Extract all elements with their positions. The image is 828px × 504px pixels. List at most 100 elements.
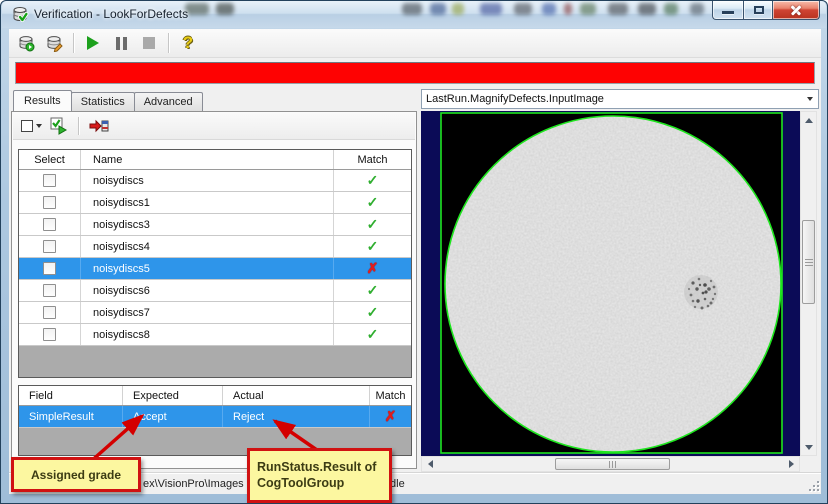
horizontal-scrollbar[interactable] bbox=[421, 456, 800, 472]
glass-reflection bbox=[514, 3, 532, 15]
row-checkbox[interactable] bbox=[43, 284, 56, 297]
detail-table-header: Field Expected Actual Match bbox=[19, 386, 411, 406]
row-name: noisydiscs3 bbox=[81, 214, 334, 235]
database-edit-icon bbox=[47, 36, 63, 52]
column-header-name[interactable]: Name bbox=[81, 150, 334, 169]
select-dropdown-button[interactable] bbox=[21, 120, 42, 132]
row-checkbox[interactable] bbox=[43, 174, 56, 187]
checkbox-run-icon bbox=[50, 117, 68, 135]
row-checkbox[interactable] bbox=[43, 328, 56, 341]
vertical-scroll-thumb[interactable] bbox=[802, 220, 815, 304]
client-area: ? Results Statistics Advanced Select Nam… bbox=[9, 29, 821, 503]
glass-reflection bbox=[402, 3, 422, 15]
pause-icon bbox=[115, 36, 127, 50]
combobox-arrow-zone[interactable] bbox=[802, 90, 818, 108]
arrow-right-icon bbox=[788, 460, 794, 468]
glass-reflection bbox=[185, 3, 209, 15]
minimize-button[interactable] bbox=[712, 1, 743, 20]
row-name: noisydiscs bbox=[81, 170, 334, 191]
toolbar-separator bbox=[73, 33, 74, 53]
column-header-match[interactable]: Match bbox=[370, 386, 411, 405]
database-run-button[interactable] bbox=[15, 32, 37, 54]
row-name: noisydiscs1 bbox=[81, 192, 334, 213]
horizontal-scroll-thumb[interactable] bbox=[555, 458, 670, 470]
inspection-image bbox=[421, 111, 800, 456]
red-arrow-database-icon bbox=[89, 119, 109, 133]
app-window: Verification - LookForDefects ? Results … bbox=[0, 0, 828, 504]
run-checked-button[interactable] bbox=[49, 116, 69, 136]
window-controls bbox=[712, 1, 820, 20]
tab-statistics[interactable]: Statistics bbox=[70, 92, 135, 111]
callout-assigned-grade: Assigned grade bbox=[11, 457, 141, 492]
column-header-select[interactable]: Select bbox=[19, 150, 81, 169]
alert-banner bbox=[15, 62, 815, 84]
stop-button[interactable] bbox=[138, 32, 160, 54]
detail-table: Field Expected Actual Match SimpleResult… bbox=[18, 385, 412, 456]
image-display[interactable] bbox=[421, 111, 800, 456]
send-to-database-button[interactable] bbox=[88, 116, 110, 136]
results-toolbar bbox=[13, 113, 415, 140]
resize-grip-icon[interactable] bbox=[809, 481, 819, 491]
maximize-button[interactable] bbox=[743, 1, 773, 20]
glass-reflection bbox=[564, 3, 572, 15]
run-button[interactable] bbox=[82, 32, 104, 54]
row-name: noisydiscs5 bbox=[81, 258, 334, 279]
table-row[interactable]: noisydiscs6 ✓ bbox=[19, 280, 411, 302]
vertical-scrollbar[interactable] bbox=[800, 111, 817, 456]
field-cell: SimpleResult bbox=[19, 406, 123, 427]
detail-row-selected[interactable]: SimpleResult Accept Reject ✗ bbox=[19, 406, 411, 428]
column-header-field[interactable]: Field bbox=[19, 386, 123, 405]
toolbar-separator bbox=[168, 33, 169, 53]
table-row[interactable]: noisydiscs1 ✓ bbox=[19, 192, 411, 214]
image-selector-combobox[interactable]: LastRun.MagnifyDefects.InputImage bbox=[421, 89, 819, 109]
database-play-icon bbox=[19, 36, 35, 52]
scroll-down-button[interactable] bbox=[801, 439, 816, 455]
table-row[interactable]: noisydiscs ✓ bbox=[19, 170, 411, 192]
row-checkbox[interactable] bbox=[43, 196, 56, 209]
table-row-selected[interactable]: noisydiscs5 ✗ bbox=[19, 258, 411, 280]
database-edit-button[interactable] bbox=[43, 32, 65, 54]
tab-results[interactable]: Results bbox=[13, 90, 72, 111]
status-path-text: ex\VisionPro\Images bbox=[143, 478, 244, 490]
help-icon: ? bbox=[182, 33, 194, 52]
glass-reflection bbox=[542, 3, 556, 15]
pause-button[interactable] bbox=[110, 32, 132, 54]
column-header-actual[interactable]: Actual bbox=[223, 386, 370, 405]
match-pass-icon: ✓ bbox=[366, 172, 379, 188]
window-title: Verification - LookForDefects bbox=[34, 7, 189, 21]
scroll-right-button[interactable] bbox=[783, 457, 799, 471]
glass-reflection bbox=[452, 3, 464, 15]
table-row[interactable]: noisydiscs7 ✓ bbox=[19, 302, 411, 324]
glass-reflection bbox=[608, 3, 628, 15]
scroll-left-button[interactable] bbox=[422, 457, 438, 471]
row-checkbox[interactable] bbox=[43, 306, 56, 319]
chevron-down-icon bbox=[807, 97, 813, 101]
glass-reflection bbox=[690, 3, 704, 15]
column-header-expected[interactable]: Expected bbox=[123, 386, 223, 405]
row-checkbox[interactable] bbox=[43, 262, 56, 275]
titlebar[interactable]: Verification - LookForDefects bbox=[2, 1, 826, 28]
scroll-up-button[interactable] bbox=[801, 112, 816, 128]
close-button[interactable] bbox=[773, 1, 820, 20]
table-row[interactable]: noisydiscs4 ✓ bbox=[19, 236, 411, 258]
glass-reflection bbox=[480, 3, 502, 15]
glass-reflection bbox=[430, 3, 446, 15]
window-database-check-icon bbox=[13, 7, 29, 22]
tabstrip: Results Statistics Advanced bbox=[13, 90, 203, 111]
tab-advanced[interactable]: Advanced bbox=[133, 92, 203, 111]
column-header-match[interactable]: Match bbox=[334, 150, 411, 169]
arrow-down-icon bbox=[804, 444, 813, 450]
row-name: noisydiscs6 bbox=[81, 280, 334, 301]
maximize-icon bbox=[754, 6, 764, 14]
table-row[interactable]: noisydiscs8 ✓ bbox=[19, 324, 411, 346]
table-row[interactable]: noisydiscs3 ✓ bbox=[19, 214, 411, 236]
help-button[interactable]: ? bbox=[177, 32, 199, 54]
match-pass-icon: ✓ bbox=[366, 216, 379, 232]
minimize-icon bbox=[722, 11, 734, 14]
match-fail-icon: ✗ bbox=[366, 260, 379, 276]
row-checkbox[interactable] bbox=[43, 218, 56, 231]
row-name: noisydiscs7 bbox=[81, 302, 334, 323]
main-toolbar: ? bbox=[9, 29, 821, 58]
play-icon bbox=[87, 36, 99, 50]
row-checkbox[interactable] bbox=[43, 240, 56, 253]
